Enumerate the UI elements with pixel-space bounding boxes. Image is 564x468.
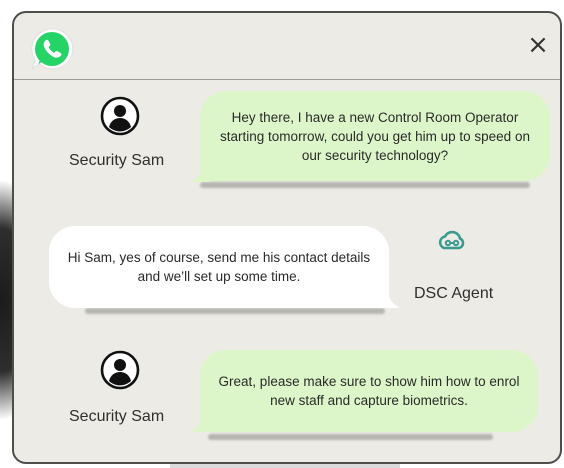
message-bubble: Hi Sam, yes of course, send me his conta… — [49, 226, 389, 308]
message-bubble: Great, please make sure to show him how … — [200, 350, 538, 432]
title-divider — [14, 79, 560, 80]
user-avatar-icon — [100, 350, 140, 390]
bubble-shadow — [200, 182, 530, 188]
bubble-shadow — [208, 434, 493, 440]
close-icon[interactable]: × — [524, 31, 552, 59]
sender-name: DSC Agent — [414, 285, 494, 302]
sender-name: Security Sam — [69, 152, 165, 169]
cloud-network-icon — [438, 230, 465, 250]
title-bar: × — [14, 13, 560, 79]
bubble-shadow — [85, 308, 385, 314]
user-avatar-icon — [100, 96, 140, 136]
message-bubble: Hey there, I have a new Control Room Ope… — [200, 91, 550, 181]
whatsapp-icon[interactable] — [30, 27, 74, 71]
sender-name: Security Sam — [69, 408, 165, 425]
